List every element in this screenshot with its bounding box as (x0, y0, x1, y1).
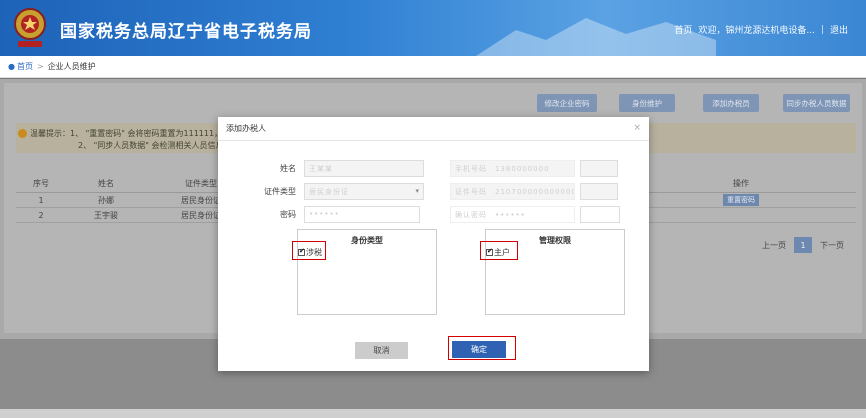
site-title: 国家税务总局辽宁省电子税务局 (60, 22, 312, 42)
sync-staff-button[interactable]: 同步办税人员数据 (783, 94, 850, 112)
idtype-label: 证件类型 (264, 187, 296, 196)
password-label: 密码 (280, 210, 296, 219)
site-header: 国家税务总局辽宁省电子税务局 首页 欢迎，锦州龙源达机电设备... | 退出 (0, 0, 866, 56)
col-name: 姓名 (98, 179, 114, 188)
dialog-title: 添加办税人 (226, 124, 266, 133)
phone-value: 1380000000 (495, 165, 550, 173)
confirm-password-label: 确认密码 (455, 211, 487, 219)
footer-strip (0, 409, 866, 418)
col-index: 序号 (33, 179, 49, 188)
name-value: 王某某 (309, 165, 333, 173)
breadcrumb-current: 企业人员维护 (47, 62, 96, 71)
reset-password-button[interactable]: 重置密码 (723, 194, 759, 206)
breadcrumb: ● 首页 > 企业人员维护 (0, 56, 866, 78)
idnumber-label: 证件号码 (455, 188, 487, 196)
location-pin-icon: ● (8, 62, 15, 71)
row-index: 2 (38, 210, 44, 220)
highlight-frame-identity (292, 241, 326, 260)
prev-page-button[interactable]: 上一页 (762, 240, 786, 251)
dialog-header: 添加办税人 × (218, 117, 649, 141)
row-name: 王宇骏 (94, 210, 118, 220)
row-index: 1 (38, 195, 44, 205)
confirm-password-value: •••••• (495, 211, 526, 219)
col-operation: 操作 (733, 179, 749, 188)
top-nav: 首页 欢迎，锦州龙源达机电设备... | 退出 (674, 23, 848, 37)
close-icon[interactable]: × (633, 123, 641, 133)
pagination: 上一页 1 下一页 (762, 237, 844, 253)
nav-separator: | (820, 24, 824, 35)
nav-home-link[interactable]: 首页 (674, 23, 692, 36)
nav-welcome-user[interactable]: 欢迎，锦州龙源达机电设备... (698, 23, 815, 36)
warning-icon (18, 129, 27, 138)
highlight-frame-permission (480, 241, 518, 260)
extra-box-1 (580, 160, 618, 177)
row-name: 孙娜 (98, 195, 114, 205)
password-field[interactable]: •••••• (304, 206, 420, 223)
nav-logout-link[interactable]: 退出 (830, 23, 848, 36)
extra-box-3 (580, 206, 620, 223)
row-operation: 重置密码 (706, 194, 776, 206)
idnumber-field[interactable]: 证件号码 2107000000000000 (450, 183, 575, 200)
confirm-password-field[interactable]: 确认密码 •••••• (450, 206, 575, 223)
next-page-button[interactable]: 下一页 (820, 240, 844, 251)
phone-label: 手机号码 (455, 165, 487, 173)
password-value: •••••• (309, 210, 340, 218)
phone-field[interactable]: 手机号码 1380000000 (450, 160, 575, 177)
highlight-frame-confirm (448, 336, 516, 360)
identity-maintain-button[interactable]: 身份维护 (619, 94, 675, 112)
current-page-button[interactable]: 1 (794, 237, 812, 253)
tax-emblem-icon (14, 8, 46, 47)
idtype-select[interactable]: 居民身份证 ▾ (304, 183, 424, 200)
name-field[interactable]: 王某某 (304, 160, 424, 177)
add-tax-officer-dialog: 添加办税人 × 姓名 王某某 证件类型 居民身份证 ▾ 密码 •••••• 手机… (218, 117, 649, 371)
breadcrumb-home[interactable]: 首页 (17, 61, 33, 72)
cancel-button[interactable]: 取消 (355, 342, 408, 359)
idnumber-value: 2107000000000000 (495, 188, 575, 196)
chevron-down-icon: ▾ (415, 187, 419, 195)
idtype-value: 居民身份证 (309, 188, 349, 196)
breadcrumb-arrow: > (36, 62, 44, 71)
extra-box-2 (580, 183, 618, 200)
add-tax-officer-button[interactable]: 添加办税员 (703, 94, 759, 112)
modify-password-button[interactable]: 修改企业密码 (537, 94, 597, 112)
name-label: 姓名 (280, 164, 296, 173)
